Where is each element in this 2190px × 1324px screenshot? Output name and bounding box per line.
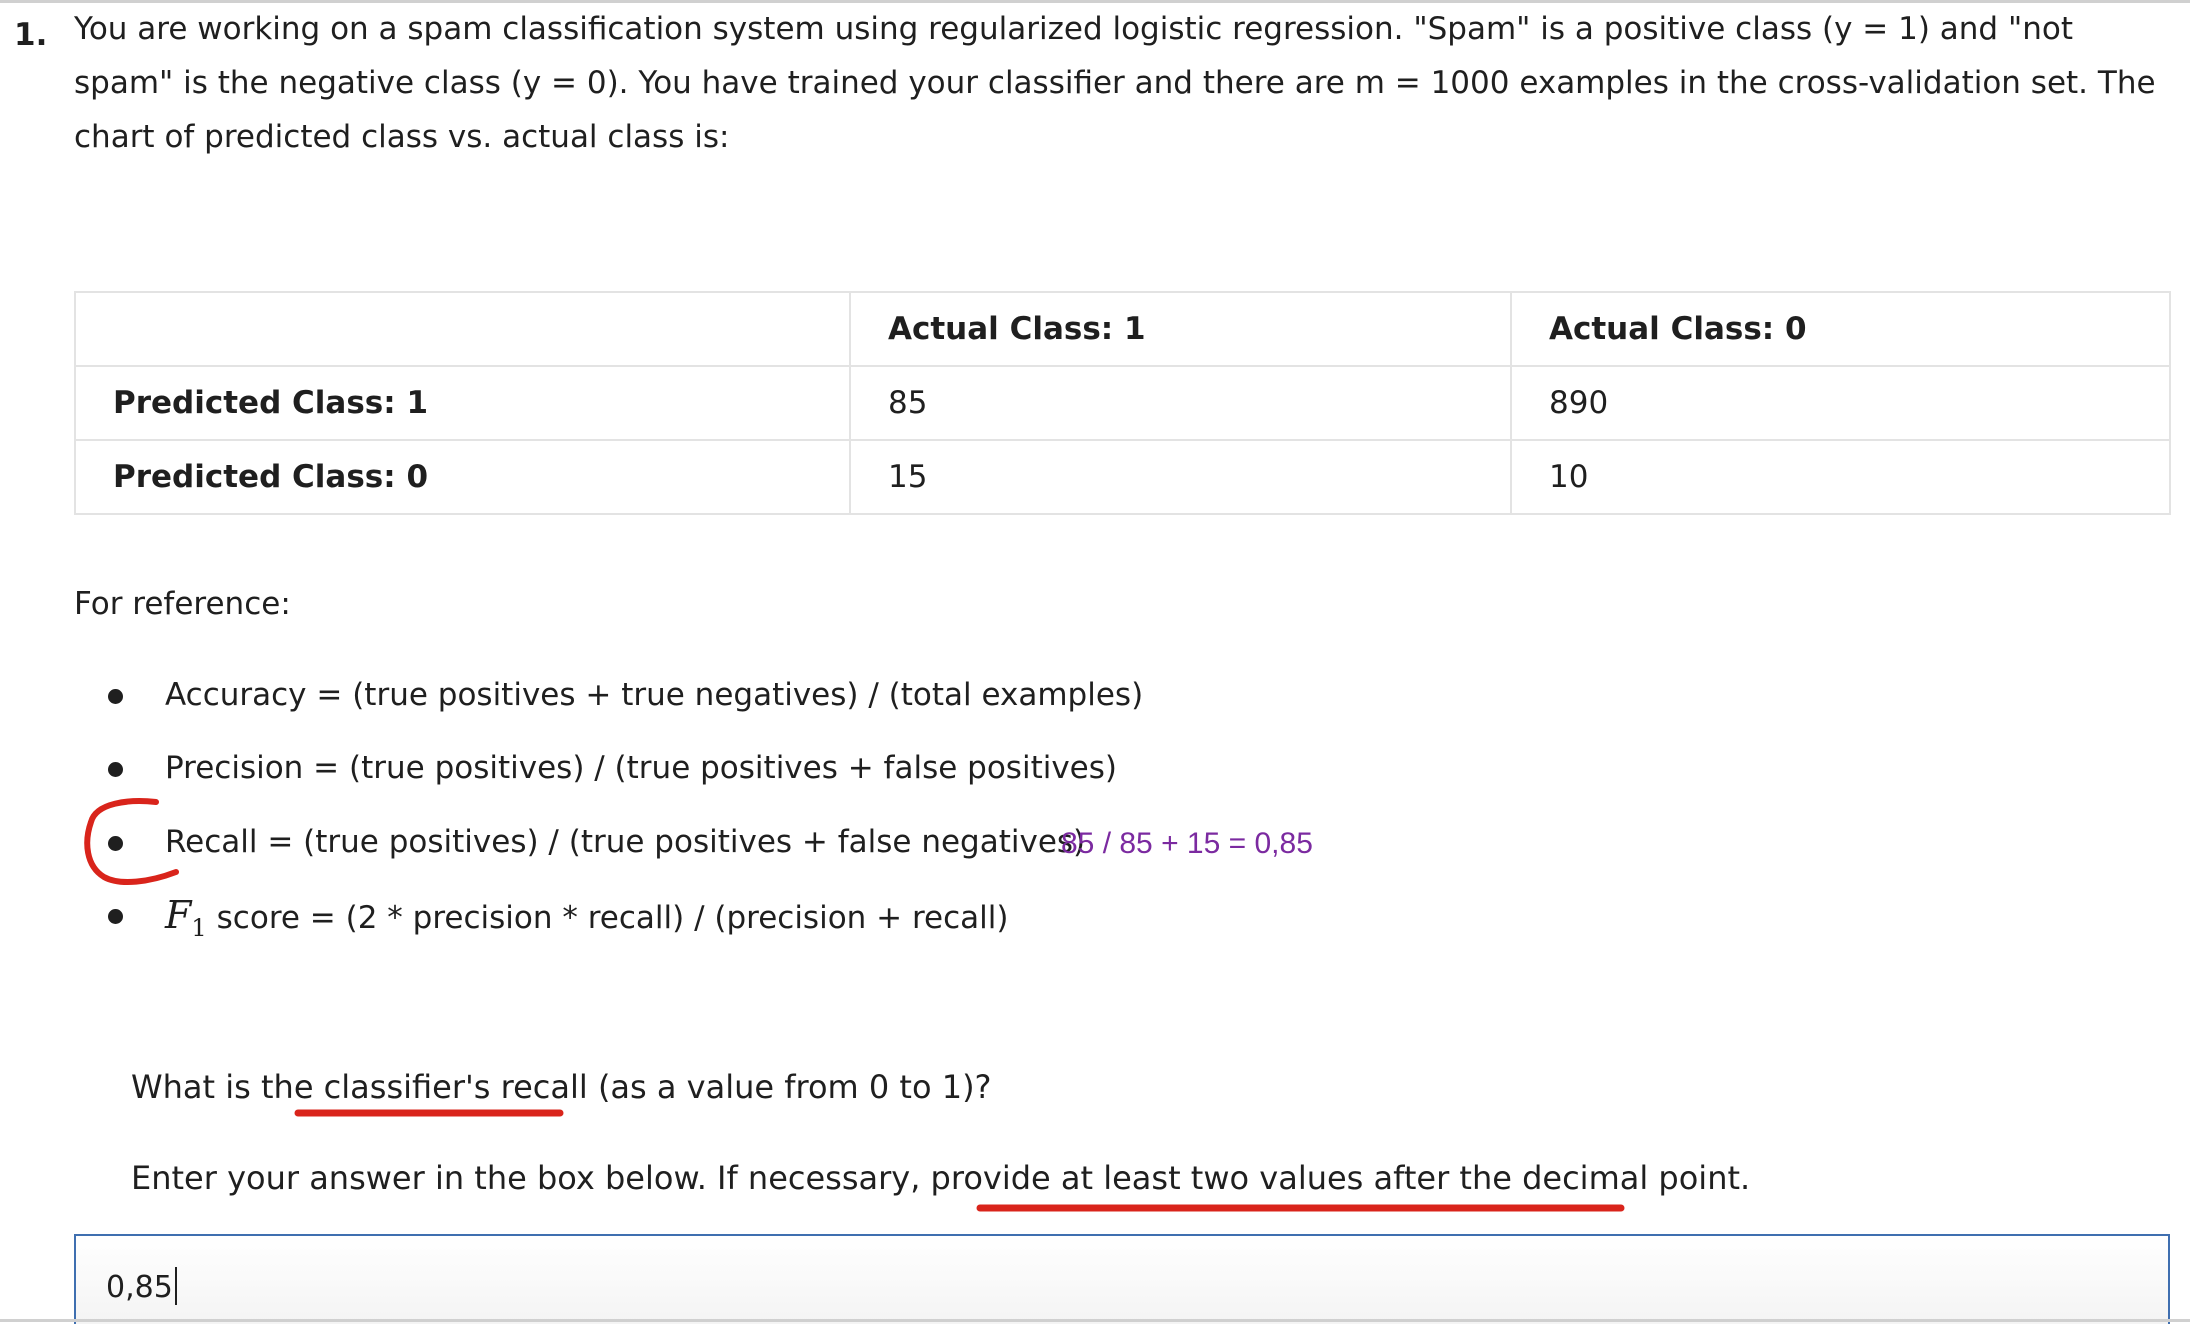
reference-title: For reference: — [74, 586, 291, 622]
handwritten-recall-note: 85 / 85 + 15 = 0,85 — [1061, 827, 1313, 860]
text-caret — [174, 1267, 177, 1305]
table-header-cell — [74, 291, 851, 367]
table-cell: 890 — [1510, 365, 2171, 441]
row-label: Predicted Class: 0 — [74, 439, 851, 515]
table-cell: 10 — [1510, 439, 2171, 515]
reference-item-f1: F1 score = (2 * precision * recall) / (pr… — [165, 889, 1009, 946]
prompt-question: What is the classifier's recall (as a va… — [131, 1068, 992, 1106]
prompt-instruction: Enter your answer in the box below. If n… — [131, 1159, 1751, 1197]
confusion-matrix-table: Actual Class: 1 Actual Class: 0 Predicte… — [74, 291, 2171, 515]
table-header-row: Actual Class: 1 Actual Class: 0 — [74, 291, 2171, 367]
bullet-icon — [108, 762, 123, 777]
bullet-icon — [108, 689, 123, 704]
reference-item-accuracy: Accuracy = (true positives + true negati… — [165, 677, 1144, 713]
f1-symbol: F — [165, 893, 192, 937]
answer-input[interactable]: 0,85 — [74, 1234, 2170, 1324]
annotation-overlay — [84, 798, 1625, 1212]
red-circle-annotation — [84, 798, 179, 885]
table-header-cell: Actual Class: 1 — [849, 291, 1512, 367]
row-label: Predicted Class: 1 — [74, 365, 851, 441]
reference-item-recall: Recall = (true positives) / (true positi… — [165, 824, 1086, 860]
table-row: Predicted Class: 1 85 890 — [74, 365, 2171, 441]
table-cell: 15 — [849, 439, 1512, 515]
question-text: You are working on a spam classification… — [74, 11, 2156, 155]
table-row: Predicted Class: 0 15 10 — [74, 439, 2171, 515]
f1-formula: score = (2 * precision * recall) / (prec… — [216, 900, 1009, 936]
table-cell: 85 — [849, 365, 1512, 441]
table-header-cell: Actual Class: 0 — [1510, 291, 2171, 367]
bullet-icon — [108, 836, 123, 851]
bullet-icon — [108, 909, 123, 924]
f1-subscript: 1 — [191, 914, 207, 942]
answer-input-value: 0,85 — [106, 1266, 177, 1310]
question-number: 1. — [14, 17, 48, 53]
reference-item-precision: Precision = (true positives) / (true pos… — [165, 750, 1117, 786]
